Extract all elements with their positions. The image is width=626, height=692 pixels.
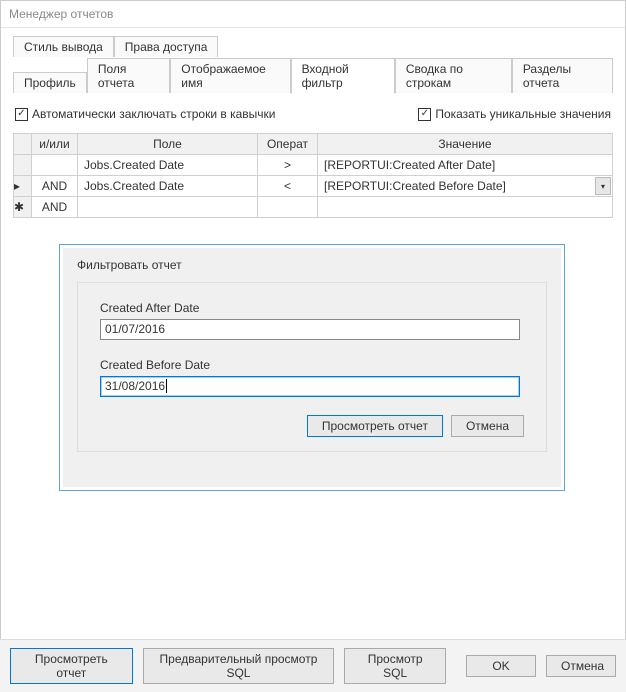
check-icon: ✓ <box>418 108 431 121</box>
table-row[interactable]: Jobs.Created Date > [REPORTUI:Created Af… <box>14 155 613 176</box>
footer-button-bar: Просмотреть отчет Предварительный просмо… <box>0 639 626 692</box>
grid-header-value[interactable]: Значение <box>318 134 613 155</box>
footer-preview-sql-button[interactable]: Предварительный просмотр SQL <box>143 648 335 684</box>
grid-header-andor[interactable]: и/или <box>32 134 78 155</box>
footer-ok-button[interactable]: OK <box>466 655 536 677</box>
tab-row-upper: Стиль вывода Права доступа <box>13 36 613 57</box>
field-label-created-before: Created Before Date <box>100 358 524 372</box>
row-marker <box>14 155 32 176</box>
cell-value[interactable]: [REPORTUI:Created After Date] <box>318 155 613 176</box>
checkbox-auto-quote[interactable]: ✓ Автоматически заключать строки в кавыч… <box>15 107 276 121</box>
tab-displayed-name[interactable]: Отображаемое имя <box>170 58 290 93</box>
view-report-button[interactable]: Просмотреть отчет <box>307 415 443 437</box>
cell-field[interactable]: Jobs.Created Date <box>78 176 258 197</box>
footer-view-report-button[interactable]: Просмотреть отчет <box>10 648 133 684</box>
filter-grid[interactable]: и/или Поле Операт Значение Jobs.Created … <box>13 133 613 218</box>
cell-operator[interactable]: > <box>258 155 318 176</box>
cell-field[interactable]: Jobs.Created Date <box>78 155 258 176</box>
cell-operator[interactable] <box>258 197 318 218</box>
window-title: Менеджер отчетов <box>1 1 625 28</box>
cell-andor[interactable]: AND <box>32 197 78 218</box>
footer-view-sql-button[interactable]: Просмотр SQL <box>344 648 446 684</box>
tab-report-fields[interactable]: Поля отчета <box>87 58 170 93</box>
table-row-new[interactable]: ✱ AND <box>14 197 613 218</box>
cell-value-text: [REPORTUI:Created Before Date] <box>324 179 506 193</box>
cell-value[interactable]: [REPORTUI:Created Before Date] ▾ <box>318 176 613 197</box>
input-created-after[interactable]: 01/07/2016 <box>100 319 520 340</box>
cancel-button[interactable]: Отмена <box>451 415 524 437</box>
tabs-container: Стиль вывода Права доступа Профиль Поля … <box>1 28 625 93</box>
cell-operator[interactable]: < <box>258 176 318 197</box>
footer-cancel-button[interactable]: Отмена <box>546 655 616 677</box>
input-created-before[interactable]: 31/08/2016 <box>100 376 520 397</box>
tab-profile[interactable]: Профиль <box>13 72 87 93</box>
dropdown-button[interactable]: ▾ <box>595 177 611 195</box>
row-marker-current-icon: ▸ <box>14 176 32 197</box>
tab-input-filter[interactable]: Входной фильтр <box>291 58 395 94</box>
grid-header-operator[interactable]: Операт <box>258 134 318 155</box>
filter-report-dialog: Фильтровать отчет Created After Date 01/… <box>60 245 564 490</box>
checkbox-show-unique[interactable]: ✓ Показать уникальные значения <box>418 107 611 121</box>
cell-value[interactable] <box>318 197 613 218</box>
text-cursor <box>166 379 167 393</box>
tab-output-style[interactable]: Стиль вывода <box>13 36 114 57</box>
dialog-title: Фильтровать отчет <box>63 248 561 282</box>
cell-andor[interactable]: AND <box>32 176 78 197</box>
dialog-body: Created After Date 01/07/2016 Created Be… <box>77 282 547 452</box>
field-label-created-after: Created After Date <box>100 301 524 315</box>
chevron-down-icon: ▾ <box>601 182 605 191</box>
checkbox-auto-quote-label: Автоматически заключать строки в кавычки <box>32 107 276 121</box>
table-row[interactable]: ▸ AND Jobs.Created Date < [REPORTUI:Crea… <box>14 176 613 197</box>
check-icon: ✓ <box>15 108 28 121</box>
grid-header-rowmarker <box>14 134 32 155</box>
tab-access-rights[interactable]: Права доступа <box>114 36 219 57</box>
cell-andor[interactable] <box>32 155 78 176</box>
grid-header-field[interactable]: Поле <box>78 134 258 155</box>
cell-field[interactable] <box>78 197 258 218</box>
tab-report-sections[interactable]: Разделы отчета <box>512 58 613 93</box>
row-marker-new-icon: ✱ <box>14 197 32 218</box>
tab-row-summary[interactable]: Сводка по строкам <box>395 58 512 93</box>
checkbox-show-unique-label: Показать уникальные значения <box>435 107 611 121</box>
tab-row-lower: Профиль Поля отчета Отображаемое имя Вхо… <box>13 57 613 93</box>
